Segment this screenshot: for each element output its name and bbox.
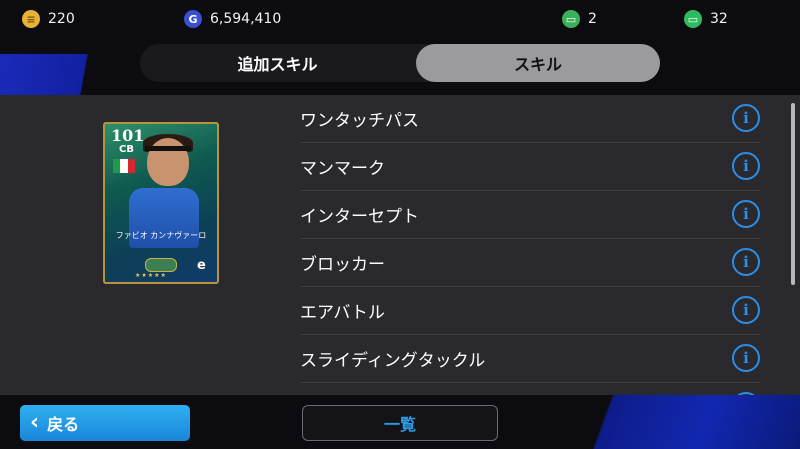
list-item: インターセプト i (300, 191, 760, 239)
list-item: ワンタッチパス i (300, 95, 760, 143)
info-icon[interactable]: i (732, 200, 760, 228)
back-button[interactable]: ‹ 戻る (20, 405, 190, 441)
skill-list: ワンタッチパス i マンマーク i インターセプト i ブロッカー i エアバト… (300, 95, 760, 395)
back-label: 戻る (47, 415, 80, 434)
chevron-left-icon: ‹ (30, 410, 40, 435)
bottom-bar: ‹ 戻る 一覧 (0, 395, 800, 449)
card-stars: ★★★★★ (135, 272, 167, 279)
info-icon[interactable]: i (732, 248, 760, 276)
coins-value: 220 (48, 11, 75, 27)
decorative-stripe (560, 395, 800, 449)
list-item: i (300, 383, 760, 395)
list-item: スライディングタックル i (300, 335, 760, 383)
list-button[interactable]: 一覧 (302, 405, 498, 441)
ticket-icon: ▭ (562, 10, 580, 28)
player-name: ファビオ カンナヴァーロ (115, 231, 207, 240)
skill-name: マンマーク (300, 159, 385, 179)
ticket-b-counter: ▭ 32 (684, 9, 728, 29)
player-headband (145, 146, 191, 151)
skill-name: スライディングタックル (300, 351, 486, 371)
player-position: CB (119, 144, 134, 155)
player-rating: 101 (111, 126, 145, 145)
info-icon[interactable]: i (732, 344, 760, 372)
ticket-a-counter: ▭ 2 (562, 9, 597, 29)
coins-counter: ≡ 220 (22, 9, 75, 29)
skill-name: ブロッカー (300, 255, 385, 275)
skill-name: エアバトル (300, 303, 385, 323)
decorative-stripe (0, 54, 150, 98)
player-card: 101 CB ファビオ カンナヴァーロ ★★★★★ e (103, 122, 219, 284)
tab-skills[interactable]: スキル (416, 44, 660, 82)
gp-icon: G (184, 10, 202, 28)
gp-counter: G 6,594,410 (184, 9, 281, 29)
tab-additional-skills[interactable]: 追加スキル (140, 44, 415, 82)
italy-flag-icon (113, 159, 135, 173)
card-badge-icon (145, 258, 177, 272)
skill-name: ワンタッチパス (300, 111, 419, 131)
info-icon[interactable]: i (732, 104, 760, 132)
ticket-a-value: 2 (588, 11, 597, 27)
efootball-logo-icon: e (197, 258, 206, 273)
gp-value: 6,594,410 (210, 11, 282, 27)
info-icon[interactable]: i (732, 152, 760, 180)
resource-bar: ≡ 220 G 6,594,410 ▭ 2 ▭ 32 (0, 0, 800, 38)
list-item: エアバトル i (300, 287, 760, 335)
scrollbar[interactable] (791, 103, 795, 285)
info-icon[interactable]: i (732, 296, 760, 324)
skill-name: インターセプト (300, 207, 419, 227)
skill-tabs: 追加スキル スキル (140, 44, 660, 82)
list-item: ブロッカー i (300, 239, 760, 287)
list-item: マンマーク i (300, 143, 760, 191)
ticket-b-value: 32 (710, 11, 728, 27)
coin-icon: ≡ (22, 10, 40, 28)
ticket-icon: ▭ (684, 10, 702, 28)
skills-panel: 101 CB ファビオ カンナヴァーロ ★★★★★ e ワンタッチパス i マン… (0, 95, 800, 395)
